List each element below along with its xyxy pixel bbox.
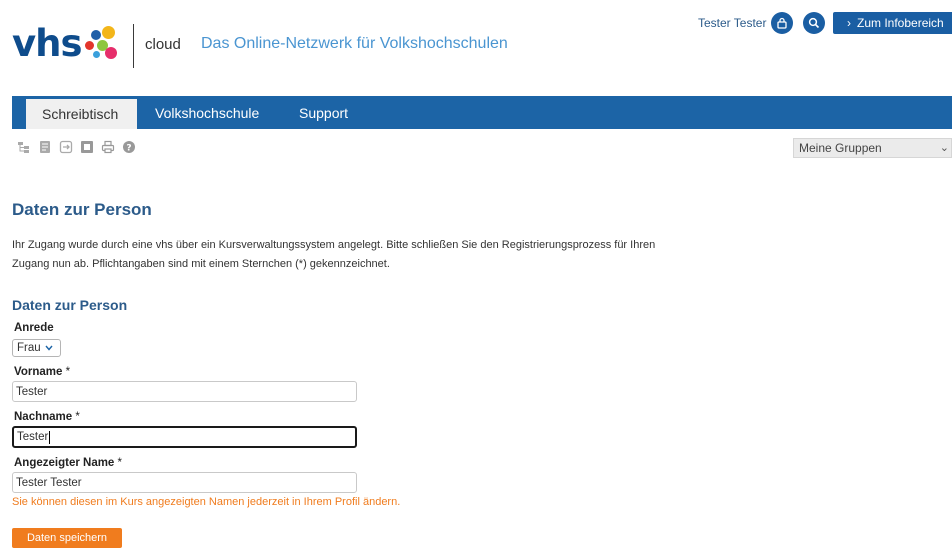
main-navigation: Schreibtisch Volkshochschule Support <box>12 96 952 129</box>
document-icon[interactable] <box>38 140 52 154</box>
search-icon <box>808 17 820 29</box>
note-icon[interactable] <box>80 140 94 154</box>
info-area-label: Zum Infobereich <box>857 16 944 30</box>
lastname-value: Tester <box>17 431 49 443</box>
tab-support[interactable]: Support <box>299 96 348 129</box>
logo-cloud-label: cloud <box>145 36 181 53</box>
firstname-input[interactable]: Tester <box>12 381 357 402</box>
lock-button[interactable] <box>771 12 793 34</box>
tab-schreibtisch[interactable]: Schreibtisch <box>26 99 137 129</box>
search-button[interactable] <box>803 12 825 34</box>
intro-text: Ihr Zugang wurde durch eine vhs über ein… <box>12 236 742 274</box>
user-name-link[interactable]: Tester Tester <box>698 16 766 30</box>
intro-line: Zugang nun ab. Pflichtangaben sind mit e… <box>12 258 390 270</box>
tab-label: Schreibtisch <box>42 106 119 122</box>
groups-select[interactable]: Meine Gruppen ⌄ <box>793 138 952 158</box>
salutation-select[interactable]: Frau <box>12 339 61 357</box>
lock-icon <box>777 17 787 29</box>
displayname-label: Angezeigter Name * <box>14 457 123 469</box>
lastname-input[interactable]: Tester <box>12 426 357 448</box>
groups-select-value: Meine Gruppen <box>799 141 882 155</box>
print-icon[interactable] <box>101 140 115 154</box>
chevron-down-icon <box>45 345 53 351</box>
salutation-label: Anrede <box>14 322 54 334</box>
chevron-down-icon: ⌄ <box>939 142 949 154</box>
vhs-logo[interactable]: vhs <box>12 22 123 64</box>
toolbar: ? <box>17 140 136 154</box>
save-button[interactable]: Daten speichern <box>12 528 122 548</box>
chevron-right-icon: › <box>847 16 851 30</box>
displayname-value: Tester Tester <box>16 476 82 489</box>
tree-icon[interactable] <box>17 140 31 154</box>
required-mark: * <box>75 411 80 423</box>
firstname-label: Vorname * <box>14 366 71 378</box>
logo-divider <box>133 24 134 68</box>
required-mark: * <box>117 457 123 469</box>
intro-line: Ihr Zugang wurde durch eine vhs über ein… <box>12 239 656 251</box>
required-mark: * <box>65 366 71 378</box>
text-cursor <box>49 430 51 444</box>
tab-label: Support <box>299 104 349 121</box>
displayname-input[interactable]: Tester Tester <box>12 472 357 493</box>
logo-dots-icon <box>83 22 123 64</box>
svg-text:?: ? <box>126 144 131 154</box>
salutation-value: Frau <box>17 342 41 354</box>
tab-label: Volkshochschule <box>155 104 260 121</box>
export-icon[interactable] <box>59 140 73 154</box>
firstname-value: Tester <box>16 385 48 398</box>
lastname-label: Nachname * <box>14 411 80 423</box>
tab-volkshochschule[interactable]: Volkshochschule <box>155 96 259 129</box>
displayname-hint: Sie können diesen im Kurs angezeigten Na… <box>12 496 401 508</box>
info-area-button[interactable]: › Zum Infobereich <box>833 12 952 34</box>
tagline: Das Online-Netzwerk für Volkshochschulen <box>201 35 508 52</box>
section-title: Daten zur Person <box>12 297 128 313</box>
help-icon[interactable]: ? <box>122 140 136 154</box>
logo-text: vhs <box>12 21 82 65</box>
page-title: Daten zur Person <box>12 200 152 219</box>
